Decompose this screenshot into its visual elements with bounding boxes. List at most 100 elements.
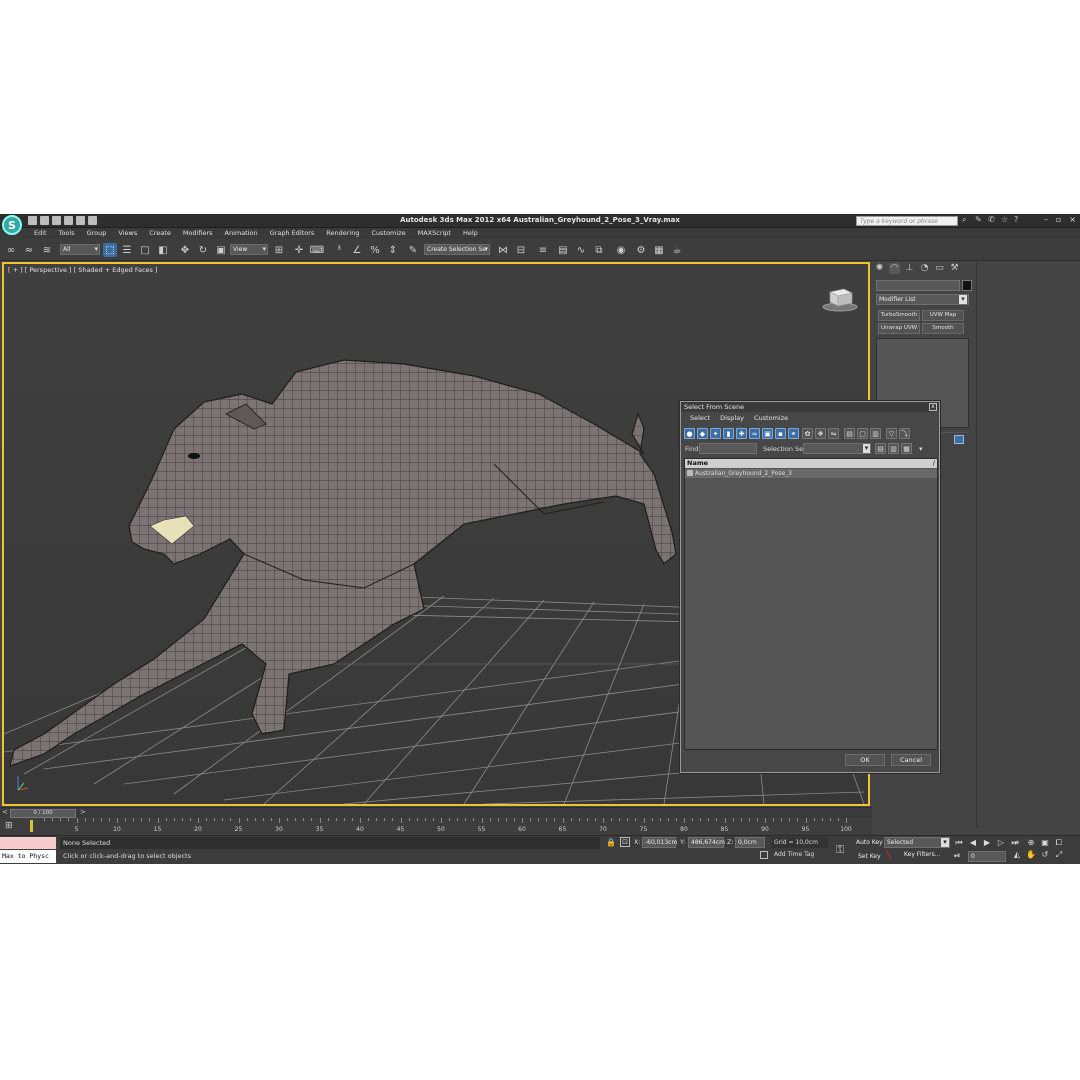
orbit-icon[interactable]: ↺ [1040, 850, 1050, 860]
scale-icon[interactable]: ▣ [214, 243, 228, 257]
modifier-list-dropdown[interactable]: Modifier List [876, 294, 969, 305]
display-helpers-icon[interactable]: ✚ [736, 428, 747, 439]
selection-set-dropdown[interactable] [803, 443, 871, 454]
menu-modifiers[interactable]: Modifiers [177, 228, 219, 239]
graphite-ribbon-icon[interactable]: ▤ [556, 243, 570, 257]
create-tab-icon[interactable]: ✺ [874, 263, 885, 274]
time-slider-thumb[interactable]: 0 / 100 [10, 809, 76, 818]
add-to-selection-set-icon[interactable]: ▥ [888, 443, 899, 454]
menu-customize[interactable]: Customize [365, 228, 411, 239]
application-button[interactable]: S [2, 215, 22, 235]
current-frame-field[interactable]: 0 [968, 851, 1006, 862]
configure-modifier-sets-icon[interactable] [954, 435, 964, 444]
snaps-toggle-icon[interactable]: ³ [332, 243, 346, 257]
help-search-input[interactable]: Type a keyword or phrase [856, 216, 958, 226]
modify-tab-icon[interactable]: ◠ [889, 263, 900, 274]
menu-views[interactable]: Views [112, 228, 143, 239]
reference-coordinate-dropdown[interactable]: View [230, 244, 268, 255]
dialog-menu-customize[interactable]: Customize [749, 413, 793, 424]
rendered-frame-window-icon[interactable]: ▦ [652, 243, 666, 257]
mirror-icon[interactable]: ⋈ [496, 243, 510, 257]
dialog-close-icon[interactable]: x [929, 403, 937, 411]
key-filters-button[interactable]: Key Filters... [904, 851, 941, 858]
list-item[interactable]: Australian_Greyhound_2_Pose_3 [685, 469, 937, 478]
percent-snap-icon[interactable]: % [368, 243, 382, 257]
x-coordinate-field[interactable]: -60,013cm [642, 837, 677, 848]
menu-help[interactable]: Help [457, 228, 484, 239]
menu-group[interactable]: Group [81, 228, 113, 239]
dialog-title[interactable]: Select From Scene [681, 402, 939, 412]
utilities-tab-icon[interactable]: ⚒ [949, 263, 960, 274]
unwrap-uvw-button[interactable]: Unwrap UVW [878, 323, 920, 334]
schematic-view-icon[interactable]: ⧉ [592, 243, 606, 257]
window-crossing-icon[interactable]: ◧ [156, 243, 170, 257]
previous-frame-icon[interactable]: ◀ [968, 838, 978, 848]
subscription-icon[interactable]: ✎ [975, 216, 983, 224]
motion-tab-icon[interactable]: ◔ [919, 263, 930, 274]
redo-icon[interactable] [76, 216, 85, 225]
project-folder-icon[interactable] [88, 216, 97, 225]
display-invert-icon[interactable]: ⇋ [828, 428, 839, 439]
minimize-icon[interactable]: – [1044, 215, 1048, 224]
spinner-snap-icon[interactable]: ⇕ [386, 243, 400, 257]
track-bar[interactable]: ⊞ 5 10 15 20 25 30 35 40 45 50 55 60 65 70 75 80 85 90 95 1… [0, 818, 872, 835]
menu-rendering[interactable]: Rendering [320, 228, 365, 239]
menu-maxscript[interactable]: MAXScript [412, 228, 457, 239]
key-mode-toggle-icon[interactable]: ⏯ [954, 851, 960, 861]
ok-button[interactable]: OK [845, 754, 885, 766]
object-color-swatch[interactable] [962, 280, 972, 291]
set-key-button[interactable]: Set Key [858, 851, 881, 862]
maximize-viewport-icon[interactable]: ⤢ [1054, 850, 1064, 860]
select-object-icon[interactable]: ⬚ [103, 243, 117, 257]
display-tab-icon[interactable]: ▭ [934, 263, 945, 274]
display-xrefs-icon[interactable]: ▪ [775, 428, 786, 439]
display-all-icon[interactable]: ✿ [802, 428, 813, 439]
favorites-icon[interactable]: ☆ [1001, 216, 1009, 224]
align-icon[interactable]: ⊟ [514, 243, 528, 257]
open-file-icon[interactable] [40, 216, 49, 225]
close-icon[interactable]: × [1069, 215, 1076, 224]
select-manipulate-icon[interactable]: ✛ [292, 243, 306, 257]
scene-object-list[interactable]: Name / Australian_Greyhound_2_Pose_3 [684, 458, 938, 750]
find-input[interactable] [699, 443, 757, 454]
smooth-button[interactable]: Smooth [922, 323, 964, 334]
next-frame-icon[interactable]: ▷ [996, 838, 1006, 848]
select-none-icon[interactable]: ▢ [857, 428, 868, 439]
select-by-name-icon[interactable]: ☰ [120, 243, 134, 257]
communication-icon[interactable]: ✆ [988, 216, 996, 224]
display-space-warps-icon[interactable]: ≈ [749, 428, 760, 439]
layer-manager-icon[interactable]: ≡ [536, 243, 550, 257]
zoom-extents-icon[interactable]: ▣ [1040, 838, 1050, 848]
time-slider[interactable]: < 0 / 100 > [0, 807, 872, 818]
cancel-button[interactable]: Cancel [891, 754, 931, 766]
new-file-icon[interactable] [28, 216, 37, 225]
display-lights-icon[interactable]: ✦ [710, 428, 721, 439]
zoom-extents-all-icon[interactable]: ⧠ [1054, 838, 1064, 848]
maximize-icon[interactable]: ▫ [1056, 215, 1061, 224]
play-icon[interactable]: ▶ [982, 838, 992, 848]
time-slider-prev-icon[interactable]: < [2, 808, 8, 816]
named-selection-set-dropdown[interactable]: Create Selection Se [424, 244, 490, 255]
render-production-icon[interactable]: ☕ [670, 243, 684, 257]
name-column-header[interactable]: Name / [685, 459, 937, 468]
turbosmooth-button[interactable]: TurboSmooth [878, 310, 920, 321]
material-editor-icon[interactable]: ◉ [614, 243, 628, 257]
display-geometry-icon[interactable]: ● [684, 428, 695, 439]
rotate-icon[interactable]: ↻ [196, 243, 210, 257]
zoom-icon[interactable]: ⌕ [1012, 838, 1022, 848]
keyboard-shortcut-override-icon[interactable]: ⌨ [310, 243, 324, 257]
save-file-icon[interactable] [52, 216, 61, 225]
display-groups-icon[interactable]: ▣ [762, 428, 773, 439]
remove-from-selection-set-icon[interactable]: ▦ [901, 443, 912, 454]
time-tag-icon[interactable] [760, 851, 768, 859]
display-bones-icon[interactable]: ⚭ [788, 428, 799, 439]
uvw-map-button[interactable]: UVW Map [922, 310, 964, 321]
edit-named-selection-icon[interactable]: ✎ [406, 243, 420, 257]
render-setup-icon[interactable]: ⚙ [634, 243, 648, 257]
menu-create[interactable]: Create [143, 228, 177, 239]
undo-icon[interactable] [64, 216, 73, 225]
curve-editor-icon[interactable]: ∿ [574, 243, 588, 257]
display-none-icon[interactable]: ❖ [815, 428, 826, 439]
create-selection-set-icon[interactable]: ▤ [875, 443, 886, 454]
sync-selection-icon[interactable]: ⤵ [899, 428, 910, 439]
